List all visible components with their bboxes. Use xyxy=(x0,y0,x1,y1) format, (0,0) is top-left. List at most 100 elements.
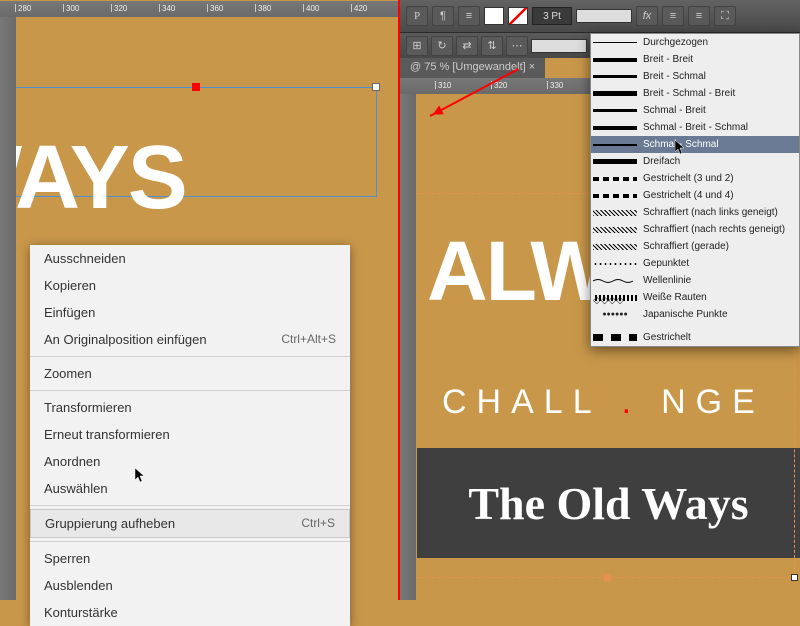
stroke-option-dreifach[interactable]: Dreifach xyxy=(591,153,799,170)
menu-paste-in-place[interactable]: An Originalposition einfügenCtrl+Alt+S xyxy=(30,326,350,353)
ruler-mark: 280 xyxy=(15,4,31,12)
stroke-option-schraffiert-nach-rechts-geneigt-[interactable]: Schraffiert (nach rechts geneigt) xyxy=(591,221,799,238)
stroke-preview-icon xyxy=(593,105,637,116)
ruler-mark: 330 xyxy=(547,81,563,89)
fill-swatch[interactable] xyxy=(484,7,504,25)
stroke-option-wei-e-rauten[interactable]: ◇◇◇◇ Weiße Rauten xyxy=(591,289,799,306)
stroke-option-wellenlinie[interactable]: Wellenlinie xyxy=(591,272,799,289)
stroke-option-breit-schmal-breit[interactable]: Breit - Schmal - Breit xyxy=(591,85,799,102)
stroke-preview-icon xyxy=(593,207,637,218)
paragraph-icon[interactable]: ¶ xyxy=(432,6,454,26)
ruler-mark: 340 xyxy=(159,4,175,12)
stroke-style-dropdown[interactable] xyxy=(576,9,632,23)
stroke-option-gepunktet[interactable]: Gepunktet xyxy=(591,255,799,272)
stroke-option-label: Schmal - Breit - Schmal xyxy=(643,122,748,133)
ruler-mark: 310 xyxy=(435,81,451,89)
stroke-option-schmal-breit-schmal[interactable]: Schmal - Breit - Schmal xyxy=(591,119,799,136)
anchor-icon[interactable]: ⊞ xyxy=(406,36,428,56)
stroke-weight-input[interactable] xyxy=(532,7,572,25)
menu-lock[interactable]: Sperren xyxy=(30,545,350,572)
stroke-option-label: Japanische Punkte xyxy=(643,309,728,320)
stroke-preview-icon xyxy=(593,88,637,99)
selection-handle-center[interactable] xyxy=(192,83,200,91)
align-left-icon[interactable]: ≡ xyxy=(662,6,684,26)
text-object[interactable]: WAYS xyxy=(0,127,186,230)
stroke-preview-icon xyxy=(593,37,637,48)
stroke-preview-icon xyxy=(593,275,637,286)
menu-paste[interactable]: Einfügen xyxy=(30,299,350,326)
selection-handle-center[interactable] xyxy=(604,574,611,581)
stroke-preview-icon xyxy=(593,54,637,65)
selection-handle[interactable] xyxy=(791,574,798,581)
stroke-option-label: Schraffiert (nach links geneigt) xyxy=(643,207,778,218)
right-panel: P ¶ ≡ fx ≡ ≡ ⛶ ⊞ ↻ ⇄ ⇅ ⋯ ⊟ @ 75 % [Umgew… xyxy=(400,0,800,600)
document-tab[interactable]: @ 75 % [Umgewandelt] × xyxy=(400,58,545,78)
menu-separator xyxy=(30,390,350,391)
stroke-option-label: Dreifach xyxy=(643,156,680,167)
ruler-mark: 400 xyxy=(303,4,319,12)
type-tool-icon[interactable]: P xyxy=(406,6,428,26)
options-icon[interactable]: ⋯ xyxy=(506,36,528,56)
stroke-preview-icon xyxy=(593,224,637,235)
menu-ungroup[interactable]: Gruppierung aufhebenCtrl+S xyxy=(30,509,350,538)
ruler-horizontal[interactable]: 280 300 320 340 360 380 400 420 xyxy=(0,1,398,17)
stroke-option-label: Breit - Breit xyxy=(643,54,693,65)
close-icon[interactable]: × xyxy=(529,61,535,73)
menu-hide[interactable]: Ausblenden xyxy=(30,572,350,599)
ruler-mark: 300 xyxy=(63,4,79,12)
left-panel: 280 300 320 340 360 380 400 420 WAYS Aus… xyxy=(0,0,400,600)
align-icon[interactable]: ≡ xyxy=(458,6,480,26)
menu-select[interactable]: Auswählen xyxy=(30,475,350,502)
stroke-preview-icon xyxy=(593,241,637,252)
selection-handle[interactable] xyxy=(372,83,380,91)
menu-separator xyxy=(30,541,350,542)
stroke-option-label: Durchgezogen xyxy=(643,37,708,48)
crop-icon[interactable]: ⛶ xyxy=(714,6,736,26)
rotate-icon[interactable]: ↻ xyxy=(431,36,453,56)
stroke-preview-icon: ◇◇◇◇ xyxy=(593,292,637,303)
stroke-preview-icon xyxy=(593,332,637,343)
second-dropdown[interactable] xyxy=(531,39,587,53)
menu-zoom[interactable]: Zoomen xyxy=(30,360,350,387)
stroke-option-schraffiert-gerade-[interactable]: Schraffiert (gerade) xyxy=(591,238,799,255)
ruler-mark: 320 xyxy=(111,4,127,12)
stroke-preview-icon xyxy=(593,156,637,167)
menu-stroke-weight[interactable]: Konturstärke xyxy=(30,599,350,626)
stroke-swatch[interactable] xyxy=(508,7,528,25)
stroke-preview-icon xyxy=(593,139,637,150)
cursor-icon xyxy=(675,140,687,156)
stroke-preview-icon xyxy=(593,122,637,133)
stroke-option-durchgezogen[interactable]: Durchgezogen xyxy=(591,34,799,51)
stroke-option-japanische-punkte[interactable]: ●●●●●● Japanische Punkte xyxy=(591,306,799,323)
stroke-option-label: Wellenlinie xyxy=(643,275,691,286)
stroke-option-breit-schmal[interactable]: Breit - Schmal xyxy=(591,68,799,85)
stroke-style-menu: Durchgezogen Breit - Breit Breit - SchmalB… xyxy=(590,33,800,347)
stroke-option-schraffiert-nach-links-geneigt-[interactable]: Schraffiert (nach links geneigt) xyxy=(591,204,799,221)
stroke-preview-icon xyxy=(593,190,637,201)
menu-arrange[interactable]: Anordnen xyxy=(30,448,350,475)
menu-cut[interactable]: Ausschneiden xyxy=(30,245,350,272)
flip-h-icon[interactable]: ⇄ xyxy=(456,36,478,56)
stroke-option-label: Gestrichelt (4 und 4) xyxy=(643,190,734,201)
menu-copy[interactable]: Kopieren xyxy=(30,272,350,299)
ruler-vertical[interactable] xyxy=(0,17,16,600)
align-center-icon[interactable]: ≡ xyxy=(688,6,710,26)
stroke-option-breit-breit[interactable]: Breit - Breit xyxy=(591,51,799,68)
stroke-option-label: Gestrichelt (3 und 2) xyxy=(643,173,734,184)
flip-v-icon[interactable]: ⇅ xyxy=(481,36,503,56)
stroke-option-gestrichelt-und-[interactable]: Gestrichelt (4 und 4) xyxy=(591,187,799,204)
menu-transform[interactable]: Transformieren xyxy=(30,394,350,421)
ruler-mark: 420 xyxy=(351,4,367,12)
ruler-vertical[interactable] xyxy=(400,94,416,600)
stroke-option-label: Weiße Rauten xyxy=(643,292,707,303)
stroke-option-schmal-breit[interactable]: Schmal - Breit xyxy=(591,102,799,119)
fx-button[interactable]: fx xyxy=(636,6,658,26)
menu-transform-again[interactable]: Erneut transformieren xyxy=(30,421,350,448)
control-panel: P ¶ ≡ fx ≡ ≡ ⛶ xyxy=(400,0,800,33)
stroke-option-schmal-schmal[interactable]: Schmal - Schmal xyxy=(591,136,799,153)
stroke-preview-icon: ●●●●●● xyxy=(593,309,637,320)
stroke-option-gestrichelt[interactable]: Gestrichelt xyxy=(591,329,799,346)
stroke-preview-icon xyxy=(593,258,637,269)
stroke-option-gestrichelt-und-[interactable]: Gestrichelt (3 und 2) xyxy=(591,170,799,187)
menu-separator xyxy=(30,505,350,506)
